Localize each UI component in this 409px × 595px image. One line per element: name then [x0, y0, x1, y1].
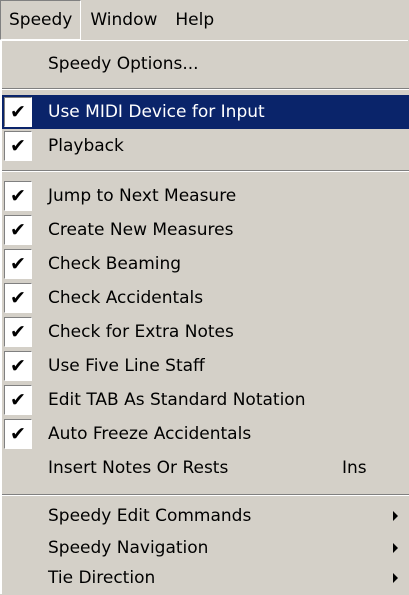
menu-item-label: Jump to Next Measure	[48, 186, 237, 206]
submenu-arrow-icon	[393, 573, 398, 583]
checkmark-icon: ✔	[4, 249, 32, 279]
submenu-arrow-icon	[393, 511, 398, 521]
menu-item-label: Use MIDI Device for Input	[48, 102, 265, 122]
menu-item-label: Edit TAB As Standard Notation	[48, 390, 306, 410]
menu-item-check-accidentals[interactable]: ✔ Check Accidentals	[2, 281, 409, 315]
menu-item-label: Tie Direction	[48, 568, 156, 588]
menu-item-label: Check Beaming	[48, 254, 182, 274]
menu-item-label: Insert Notes Or Rests	[48, 458, 229, 478]
menu-item-edit-tab-standard[interactable]: ✔ Edit TAB As Standard Notation	[2, 383, 409, 417]
menu-item-label: Check for Extra Notes	[48, 322, 234, 342]
menu-separator	[2, 494, 409, 496]
menu-item-label: Playback	[48, 136, 124, 156]
menu-item-label: Use Five Line Staff	[48, 356, 205, 376]
checkmark-icon: ✔	[4, 181, 32, 211]
menu-item-playback[interactable]: ✔ Playback	[2, 129, 409, 163]
menu-item-speedy-options[interactable]: Speedy Options...	[2, 47, 409, 81]
menu-item-use-five-line-staff[interactable]: ✔ Use Five Line Staff	[2, 349, 409, 383]
menubar-speedy[interactable]: Speedy	[0, 0, 82, 40]
menu-item-label: Auto Freeze Accidentals	[48, 424, 252, 444]
menu-item-use-midi-device[interactable]: ✔ Use MIDI Device for Input	[2, 95, 409, 129]
menu-bar: Speedy Window Help	[0, 0, 409, 40]
checkmark-icon: ✔	[4, 419, 32, 449]
menubar-speedy-label: Speedy	[9, 10, 73, 30]
menubar-help[interactable]: Help	[166, 0, 223, 40]
menu-item-auto-freeze-accidentals[interactable]: ✔ Auto Freeze Accidentals	[2, 417, 409, 451]
menu-item-check-beaming[interactable]: ✔ Check Beaming	[2, 247, 409, 281]
checkmark-icon: ✔	[4, 351, 32, 381]
menu-item-insert-notes-or-rests[interactable]: Insert Notes Or Rests Ins	[2, 451, 409, 485]
menu-item-label: Create New Measures	[48, 220, 234, 240]
menu-item-label: Speedy Navigation	[48, 538, 209, 558]
menu-separator	[2, 88, 409, 90]
menu-item-tie-direction[interactable]: Tie Direction	[2, 561, 409, 595]
menubar-window[interactable]: Window	[81, 0, 166, 40]
menu-item-create-new-measures[interactable]: ✔ Create New Measures	[2, 213, 409, 247]
menu-item-label: Check Accidentals	[48, 288, 204, 308]
menu-item-jump-to-next-measure[interactable]: ✔ Jump to Next Measure	[2, 179, 409, 213]
menu-item-speedy-navigation[interactable]: Speedy Navigation	[2, 531, 409, 565]
checkmark-icon: ✔	[4, 317, 32, 347]
menubar-help-label: Help	[175, 10, 215, 30]
checkmark-icon: ✔	[4, 215, 32, 245]
menu-item-check-extra-notes[interactable]: ✔ Check for Extra Notes	[2, 315, 409, 349]
checkmark-icon: ✔	[4, 131, 32, 161]
menu-item-label: Speedy Options...	[48, 54, 199, 74]
menu-separator	[2, 170, 409, 172]
speedy-dropdown-menu: Speedy Options... ✔ Use MIDI Device for …	[0, 40, 409, 595]
checkmark-icon: ✔	[4, 97, 32, 127]
menu-item-speedy-edit-commands[interactable]: Speedy Edit Commands	[2, 499, 409, 533]
checkmark-icon: ✔	[4, 385, 32, 415]
menu-item-label: Speedy Edit Commands	[48, 506, 252, 526]
submenu-arrow-icon	[393, 543, 398, 553]
menubar-window-label: Window	[90, 10, 158, 30]
menu-item-shortcut: Ins	[342, 458, 367, 478]
checkmark-icon: ✔	[4, 283, 32, 313]
